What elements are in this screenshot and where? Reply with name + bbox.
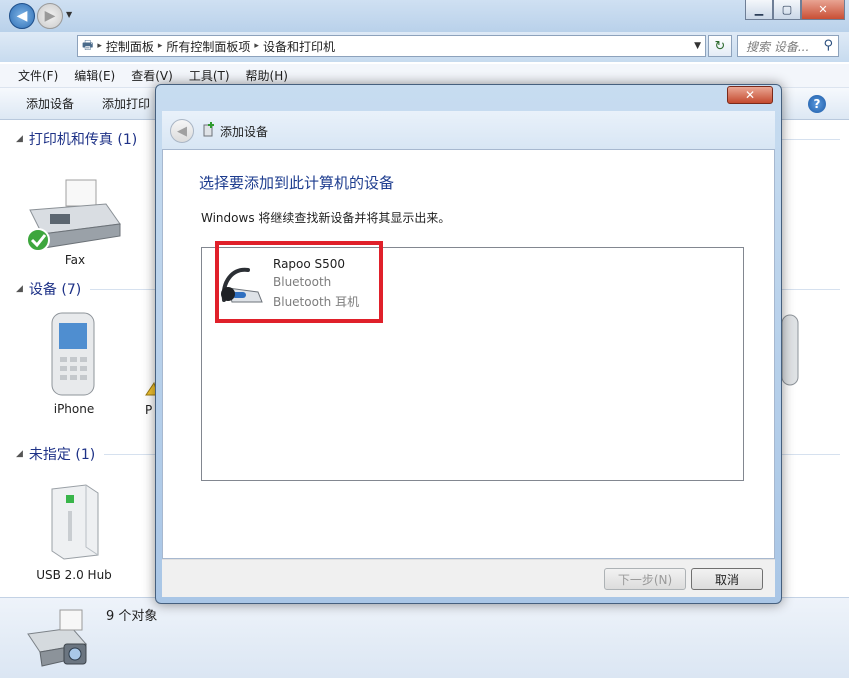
usb-hub-label: USB 2.0 Hub: [36, 568, 112, 582]
dialog-header: ◀ 添加设备: [162, 111, 775, 149]
usb-hub-icon: [51, 484, 99, 560]
fax-icon: [26, 179, 121, 252]
search-input[interactable]: 搜索 设备... ⚲: [737, 35, 839, 57]
dialog-body: 选择要添加到此计算机的设备 Windows 将继续查找新设备并将其显示出来。 R…: [162, 149, 775, 559]
help-icon[interactable]: ?: [808, 95, 826, 113]
add-device-dialog: ✕ ◀ 添加设备 选择要添加到此计算机的设备 Windows 将继续查找新设备并…: [155, 84, 782, 604]
next-button[interactable]: 下一步(N): [604, 568, 686, 590]
breadcrumb-devices-printers[interactable]: 设备和打印机: [263, 38, 335, 55]
fax-label: Fax: [64, 253, 86, 267]
add-printer-button[interactable]: 添加打印: [102, 95, 150, 112]
status-bar: 9 个对象: [0, 597, 849, 678]
device-icon: [781, 314, 799, 386]
menu-view[interactable]: 查看(V): [131, 67, 173, 84]
group-header-printers[interactable]: ◢ 打印机和传真 (1): [16, 129, 137, 149]
device-name: Rapoo S500: [273, 257, 346, 271]
dialog-heading: 选择要添加到此计算机的设备: [199, 174, 395, 192]
menu-tools[interactable]: 工具(T): [189, 67, 230, 84]
menu-edit[interactable]: 编辑(E): [74, 67, 115, 84]
add-device-button[interactable]: 添加设备: [26, 95, 74, 112]
device-type: Bluetooth: [273, 275, 332, 289]
menu-file[interactable]: 文件(F): [18, 67, 58, 84]
group-header-devices[interactable]: ◢ 设备 (7): [16, 279, 81, 299]
cancel-button[interactable]: 取消: [691, 568, 763, 590]
window-close-button[interactable]: ✕: [801, 0, 845, 20]
dialog-footer: 下一步(N) 取消: [162, 559, 775, 597]
collapse-icon: ◢: [16, 449, 23, 459]
devices-printers-icon: [27, 609, 87, 667]
close-icon: ✕: [744, 88, 756, 102]
back-arrow-icon: ◀: [177, 123, 187, 139]
object-count: 9 个对象: [106, 609, 158, 624]
dialog-back-button[interactable]: ◀: [170, 119, 194, 143]
dialog-title: 添加设备: [220, 125, 269, 139]
dialog-description: Windows 将继续查找新设备并将其显示出来。: [201, 211, 451, 225]
window-titlebar: ▁ ▢ ✕: [0, 0, 849, 32]
recent-pages-dropdown-icon[interactable]: ▼: [66, 10, 72, 19]
forward-button[interactable]: ▶: [37, 3, 63, 29]
back-button[interactable]: ◀: [9, 3, 35, 29]
add-device-icon: [202, 121, 216, 141]
refresh-button[interactable]: ↻: [708, 35, 732, 57]
device-partial-right[interactable]: [781, 311, 800, 391]
maximize-button[interactable]: ▢: [773, 0, 801, 20]
iphone-device[interactable]: [48, 311, 100, 397]
device-list[interactable]: Rapoo S500 Bluetooth Bluetooth 耳机: [201, 247, 744, 481]
group-header-unspecified[interactable]: ◢ 未指定 (1): [16, 444, 95, 464]
search-icon[interactable]: ⚲: [823, 38, 833, 53]
collapse-icon: ◢: [16, 284, 23, 294]
minimize-button[interactable]: ▁: [745, 0, 773, 20]
breadcrumb-control-panel[interactable]: 控制面板: [106, 38, 154, 55]
phone-icon: [51, 312, 95, 396]
breadcrumb-all-items[interactable]: 所有控制面板项: [166, 38, 250, 55]
list-item-rapoo-s500[interactable]: Rapoo S500 Bluetooth Bluetooth 耳机: [216, 254, 386, 318]
bluetooth-headset-icon: [221, 267, 263, 303]
control-panel-icon: 🖶: [82, 37, 94, 52]
collapse-icon: ◢: [16, 134, 23, 144]
iphone-label: iPhone: [53, 402, 95, 416]
dialog-close-button[interactable]: ✕: [727, 86, 773, 104]
usb-hub-device[interactable]: [46, 483, 102, 561]
device-category: Bluetooth 耳机: [273, 295, 360, 309]
address-bar[interactable]: 🖶 ▸ 控制面板 ▸ 所有控制面板项 ▸ 设备和打印机 ▼: [77, 35, 706, 57]
menu-help[interactable]: 帮助(H): [246, 67, 288, 84]
fax-device[interactable]: [24, 176, 124, 256]
address-dropdown-icon[interactable]: ▼: [694, 41, 701, 51]
